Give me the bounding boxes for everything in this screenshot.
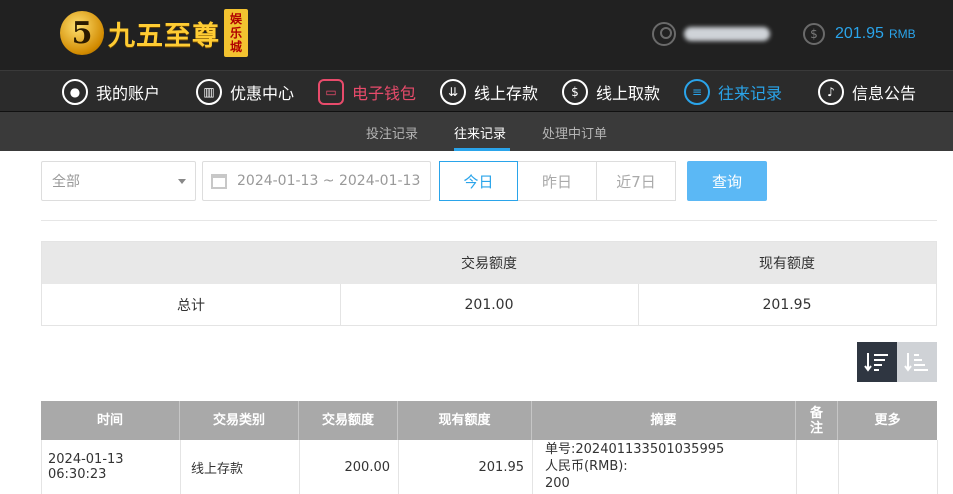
top-header: 5 九五至尊 娱 乐 城 $ 201.95 RMB — [0, 0, 953, 70]
currency-label: RMB — [888, 27, 916, 41]
user-icon — [652, 22, 676, 46]
tab-bet-records[interactable]: 投注记录 — [366, 123, 418, 142]
brand-sub-char: 娱 — [229, 12, 242, 26]
cell-category: 线上存款 — [181, 440, 300, 494]
last-7-days-button[interactable]: 近7日 — [597, 161, 676, 201]
cell-memo: 单号:202401133501035995 人民币(RMB): 200 — [533, 440, 797, 494]
summary-header-trade: 交易额度 — [461, 256, 517, 272]
nav-promotions[interactable]: ▥ 优惠中心 — [196, 77, 294, 107]
records-icon: ≡ — [684, 79, 710, 105]
date-range-value: 2024-01-13 ~ 2024-01-13 — [237, 173, 421, 189]
col-amount: 交易额度 — [299, 401, 398, 440]
nav-transaction-records[interactable]: ≡ 往来记录 — [684, 77, 782, 107]
gift-icon: ▥ — [196, 79, 222, 105]
quick-date-group: 今日 昨日 近7日 — [439, 161, 676, 201]
memo-order-no: 单号:202401133501035995 — [545, 442, 725, 457]
wallet-icon: ▭ — [318, 79, 344, 105]
nav-online-deposit[interactable]: ⇊ 线上存款 — [440, 77, 538, 107]
col-balance: 现有额度 — [398, 401, 532, 440]
nav-announcements[interactable]: ♪ 信息公告 — [818, 77, 916, 107]
nav-e-wallet[interactable]: ▭ 电子钱包 — [318, 77, 416, 107]
nav-label: 往来记录 — [718, 84, 783, 103]
memo-value: 200 — [545, 476, 570, 491]
col-memo: 摘要 — [532, 401, 796, 440]
brand-logo[interactable]: 5 九五至尊 娱 乐 城 — [60, 7, 248, 59]
dollar-coin-icon: $ — [803, 23, 825, 45]
divider — [41, 220, 937, 221]
col-time: 时间 — [41, 401, 180, 440]
nav-label: 线上取款 — [596, 84, 661, 103]
sort-descending-button[interactable] — [857, 342, 897, 382]
brand-name: 九五至尊 — [108, 20, 220, 52]
summary-header-current: 现有额度 — [759, 256, 815, 272]
cell-balance: 201.95 — [399, 440, 533, 494]
memo-currency: 人民币(RMB): — [545, 459, 628, 474]
yesterday-button[interactable]: 昨日 — [518, 161, 597, 201]
records-table: 时间 交易类别 交易额度 现有额度 摘要 备注 更多 2024-01-13 06… — [41, 401, 938, 494]
brand-sub-char: 城 — [229, 40, 242, 54]
records-header: 时间 交易类别 交易额度 现有额度 摘要 备注 更多 — [41, 401, 937, 440]
summary-total-label: 总计 — [177, 298, 205, 314]
col-category: 交易类别 — [180, 401, 299, 440]
cell-time: 2024-01-13 06:30:23 — [42, 440, 181, 494]
person-icon: ● — [62, 79, 88, 105]
deposit-icon: ⇊ — [440, 79, 466, 105]
table-row: 2024-01-13 06:30:23 线上存款 200.00 201.95 单… — [41, 440, 938, 494]
summary-trade-amount: 201.00 — [464, 297, 514, 313]
brand-sub-char: 乐 — [229, 26, 242, 40]
sort-ascending-button[interactable] — [897, 342, 937, 382]
nav-label: 线上存款 — [474, 84, 539, 103]
type-select-value: 全部 — [52, 174, 80, 190]
query-button[interactable]: 查询 — [687, 161, 767, 201]
balance-display: $ 201.95 RMB — [803, 22, 916, 46]
nav-online-withdraw[interactable]: $ 线上取款 — [562, 77, 660, 107]
summary-table: 交易额度 现有额度 总计 201.00 201.95 — [41, 241, 937, 326]
nav-label: 优惠中心 — [230, 84, 295, 103]
active-tab-underline — [454, 148, 510, 151]
main-nav: ● 我的账户 ▥ 优惠中心 ▭ 电子钱包 ⇊ 线上存款 $ 线上取款 ≡ 往来记… — [0, 70, 953, 112]
col-note: 备注 — [796, 401, 838, 440]
nav-my-account[interactable]: ● 我的账户 — [62, 77, 160, 107]
today-button[interactable]: 今日 — [439, 161, 518, 201]
logo-badge: 5 — [60, 11, 104, 55]
tab-transaction-records[interactable]: 往来记录 — [454, 123, 506, 142]
caret-down-icon — [178, 179, 186, 184]
nav-label: 信息公告 — [852, 84, 917, 103]
date-range-input[interactable]: 2024-01-13 ~ 2024-01-13 — [202, 161, 431, 201]
brand-sub: 娱 乐 城 — [224, 9, 248, 57]
summary-current-amount: 201.95 — [762, 297, 812, 313]
summary-divider — [638, 284, 639, 326]
withdraw-icon: $ — [562, 79, 588, 105]
sub-nav: 投注记录 往来记录 处理中订单 — [0, 112, 953, 151]
summary-divider — [340, 284, 341, 326]
cell-note — [797, 440, 839, 494]
calendar-icon — [211, 173, 227, 189]
cell-amount: 200.00 — [300, 440, 399, 494]
nav-label: 我的账户 — [96, 84, 161, 103]
col-more: 更多 — [874, 413, 901, 428]
type-select[interactable]: 全部 — [41, 161, 196, 201]
user-menu[interactable] — [652, 22, 770, 46]
username-redacted — [684, 27, 770, 41]
sort-descending-icon — [864, 353, 888, 372]
bell-icon: ♪ — [818, 79, 844, 105]
cell-more — [839, 440, 938, 494]
nav-label: 电子钱包 — [352, 84, 417, 103]
balance-value: 201.95 — [835, 25, 884, 42]
tab-pending-orders[interactable]: 处理中订单 — [542, 123, 607, 142]
sort-ascending-icon — [904, 353, 928, 372]
